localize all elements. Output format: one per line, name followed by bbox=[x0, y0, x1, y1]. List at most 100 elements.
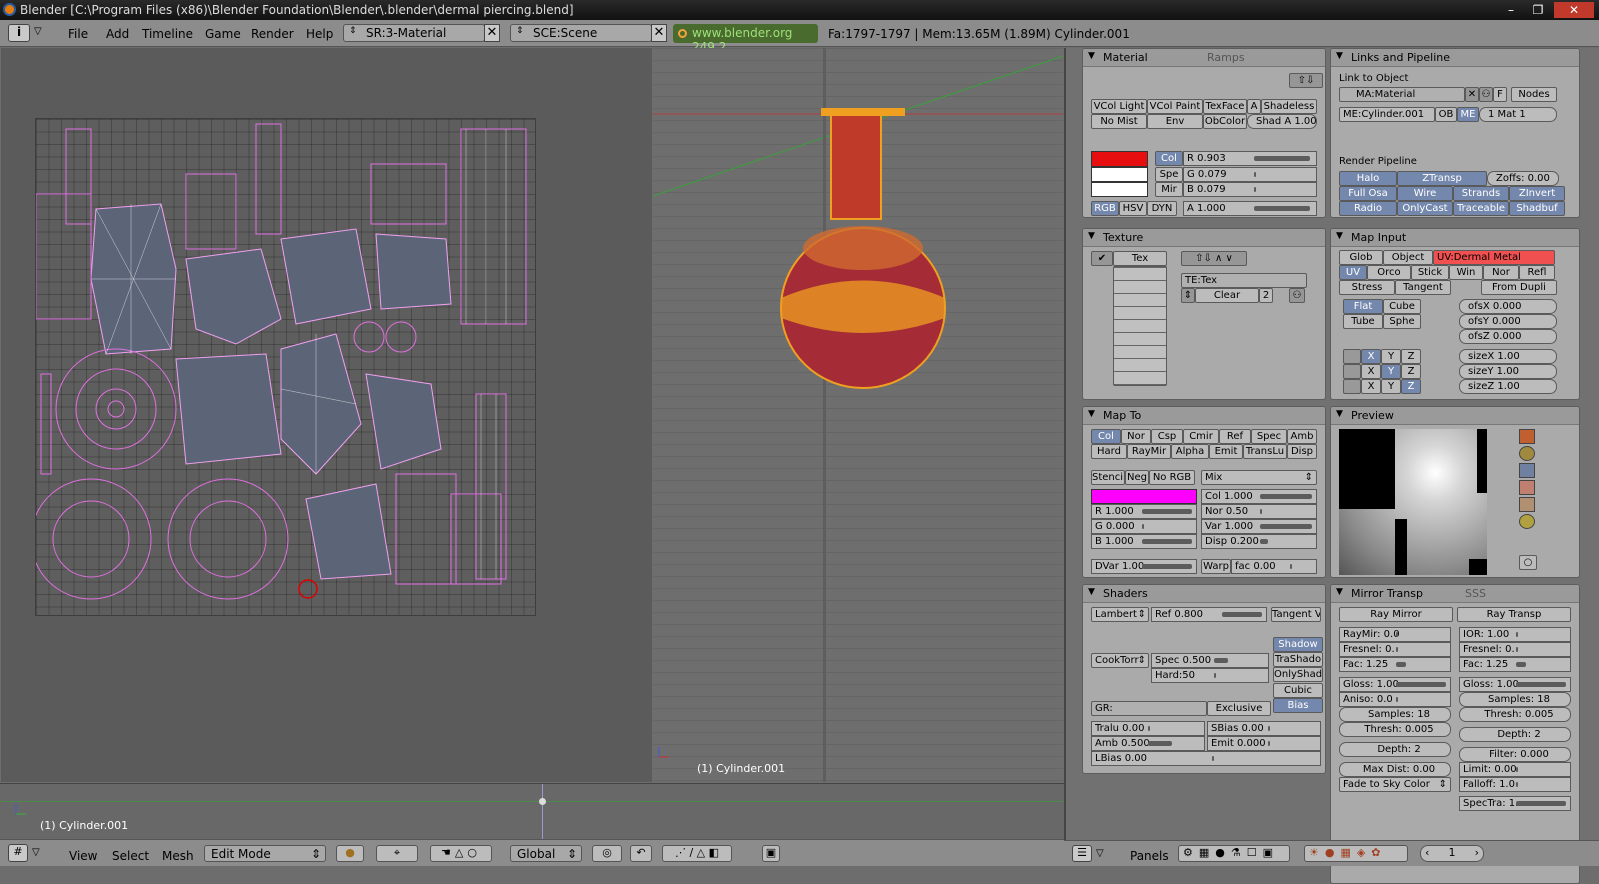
map-y2-button[interactable]: Y bbox=[1381, 364, 1401, 379]
ofs-z-field[interactable]: ofsZ 0.000 bbox=[1459, 329, 1557, 344]
ray-transp-button[interactable]: Ray Transp bbox=[1457, 607, 1571, 622]
no-mist-button[interactable]: No Mist bbox=[1091, 114, 1147, 129]
orco-button[interactable]: Orco bbox=[1367, 265, 1411, 280]
preview-sky-icon[interactable] bbox=[1519, 514, 1535, 529]
group-name-field[interactable]: GR: bbox=[1091, 701, 1207, 716]
raymir-slider[interactable]: RayMir: 0.0 bbox=[1339, 627, 1451, 642]
me-link-button[interactable]: ME bbox=[1457, 107, 1479, 122]
menu-view[interactable]: View bbox=[69, 849, 97, 863]
bias-button[interactable]: Bias bbox=[1273, 698, 1323, 713]
mirror-samples-field[interactable]: Samples: 18 bbox=[1339, 707, 1451, 722]
texture-users-count[interactable]: 2 bbox=[1259, 288, 1273, 303]
mir-toggle[interactable]: Mir bbox=[1155, 182, 1183, 197]
collapse-menu-icon[interactable]: ▽ bbox=[32, 847, 40, 858]
full-osa-button[interactable]: Full Osa bbox=[1339, 186, 1397, 201]
menu-mesh[interactable]: Mesh bbox=[162, 849, 194, 863]
select-mode-icon[interactable]: ⋰ ∕ △ ◧ bbox=[662, 845, 732, 862]
uv-layer-field[interactable]: UV:Dermal Metal bbox=[1433, 250, 1555, 265]
obcolor-button[interactable]: ObColor bbox=[1203, 114, 1247, 129]
hard-slider[interactable]: Hard:50 bbox=[1151, 668, 1269, 683]
texture-name-field[interactable]: TE:Tex bbox=[1181, 273, 1307, 288]
mapto-r-slider[interactable]: R 1.000 bbox=[1091, 504, 1197, 519]
nodes-button[interactable]: Nodes bbox=[1511, 87, 1557, 102]
shadbuf-button[interactable]: Shadbuf bbox=[1509, 201, 1565, 216]
preview-hair-icon[interactable] bbox=[1519, 497, 1535, 512]
traceable-button[interactable]: Traceable bbox=[1453, 201, 1509, 216]
copy-paste-icon[interactable]: ⇧⇩ bbox=[1289, 73, 1323, 88]
max-dist-field[interactable]: Max Dist: 0.00 bbox=[1339, 762, 1451, 777]
material-panel-header[interactable]: Material Ramps bbox=[1083, 49, 1325, 67]
uv-button[interactable]: UV bbox=[1339, 265, 1367, 280]
panels-menu[interactable]: Panels bbox=[1130, 849, 1169, 863]
rgb-mode-button[interactable]: RGB bbox=[1091, 201, 1119, 216]
mirror-gloss-slider[interactable]: Gloss: 1.00 bbox=[1339, 677, 1451, 692]
limit-slider[interactable]: Limit: 0.00 bbox=[1459, 762, 1571, 777]
hsv-mode-button[interactable]: HSV bbox=[1119, 201, 1147, 216]
win-button[interactable]: Win bbox=[1449, 265, 1483, 280]
mapto-csp-button[interactable]: Csp bbox=[1151, 429, 1183, 444]
trashadow-button[interactable]: TraShado bbox=[1273, 652, 1323, 667]
exclusive-button[interactable]: Exclusive bbox=[1207, 701, 1271, 716]
mapto-b-slider[interactable]: B 1.000 bbox=[1091, 534, 1197, 549]
restore-icon[interactable]: ❐ bbox=[1527, 2, 1549, 18]
texture-panel-header[interactable]: Texture bbox=[1083, 229, 1325, 247]
mapto-emit-button[interactable]: Emit bbox=[1209, 444, 1243, 459]
blend-mode-selector[interactable]: Mix ⇕ bbox=[1201, 470, 1317, 485]
ztransp-button[interactable]: ZTransp bbox=[1397, 171, 1487, 186]
transp-gloss-slider[interactable]: Gloss: 1.00 bbox=[1459, 677, 1571, 692]
ior-slider[interactable]: IOR: 1.00 bbox=[1459, 627, 1571, 642]
warp-fac-slider[interactable]: fac 0.00 bbox=[1231, 559, 1317, 574]
tralu-slider[interactable]: Tralu 0.00 bbox=[1091, 721, 1205, 736]
stencil-button[interactable]: Stencil bbox=[1091, 470, 1125, 485]
map-z2-button[interactable]: Z bbox=[1401, 364, 1421, 379]
size-z-field[interactable]: sizeZ 1.00 bbox=[1459, 379, 1557, 394]
map-z1-button[interactable]: Z bbox=[1401, 349, 1421, 364]
tab-mirror-transp[interactable]: Mirror Transp bbox=[1351, 587, 1423, 600]
cubic-button[interactable]: Cubic bbox=[1273, 683, 1323, 698]
strands-button[interactable]: Strands bbox=[1453, 186, 1509, 201]
tab-sss[interactable]: SSS bbox=[1465, 587, 1486, 600]
clear-texture-button[interactable]: Clear bbox=[1195, 288, 1259, 303]
alpha-slider[interactable]: A 1.000 bbox=[1183, 201, 1317, 216]
wire-button[interactable]: Wire bbox=[1397, 186, 1453, 201]
mapto-alpha-button[interactable]: Alpha bbox=[1171, 444, 1209, 459]
vcol-paint-button[interactable]: VCol Paint bbox=[1147, 99, 1203, 114]
minimize-icon[interactable]: – bbox=[1500, 2, 1522, 18]
g-slider[interactable]: G 0.079 bbox=[1183, 167, 1317, 182]
mat-index-field[interactable]: 1 Mat 1 bbox=[1479, 107, 1557, 122]
shadow-button[interactable]: Shadow bbox=[1273, 637, 1323, 652]
halo-button[interactable]: Halo bbox=[1339, 171, 1397, 186]
mapto-disp-button[interactable]: Disp bbox=[1287, 444, 1317, 459]
spec-slider[interactable]: Spec 0.500 bbox=[1151, 653, 1269, 668]
mapto-g-slider[interactable]: G 0.000 bbox=[1091, 519, 1197, 534]
mapto-spec-button[interactable]: Spec bbox=[1251, 429, 1287, 444]
screen-selector[interactable]: ⇕ SR:3-Material bbox=[343, 24, 485, 42]
unlink-material-icon[interactable]: ✕ bbox=[1465, 87, 1479, 102]
map-x2-button[interactable]: X bbox=[1361, 364, 1381, 379]
spe-toggle[interactable]: Spe bbox=[1155, 167, 1183, 182]
map-to-header[interactable]: Map To bbox=[1083, 407, 1325, 425]
tab-material[interactable]: Material bbox=[1103, 51, 1148, 64]
sbias-slider[interactable]: SBias 0.00 bbox=[1207, 721, 1321, 736]
vcol-light-button[interactable]: VCol Light bbox=[1091, 99, 1147, 114]
spectra-slider[interactable]: SpecTra: 1. bbox=[1459, 796, 1571, 811]
mapto-amb-button[interactable]: Amb bbox=[1287, 429, 1317, 444]
uv-layout-canvas[interactable] bbox=[35, 118, 536, 616]
subcontext-icons[interactable]: ☀●▦◈✿ bbox=[1304, 845, 1408, 862]
scene-selector[interactable]: ⇕ SCE:Scene bbox=[510, 24, 652, 42]
preview-monkey-icon[interactable] bbox=[1519, 480, 1535, 495]
undo-icon[interactable]: ↶ bbox=[630, 845, 652, 862]
zinvert-button[interactable]: ZInvert bbox=[1509, 186, 1565, 201]
ofs-y-field[interactable]: ofsY 0.000 bbox=[1459, 314, 1557, 329]
3d-viewport[interactable] bbox=[653, 48, 1063, 782]
ref-slider[interactable]: Ref 0.800 bbox=[1151, 607, 1267, 622]
current-frame-marker[interactable] bbox=[539, 798, 546, 805]
pivot-icon[interactable]: ⌖ bbox=[376, 845, 418, 862]
buttons-window-type-icon[interactable]: ☰ bbox=[1072, 845, 1092, 862]
dvar-slider[interactable]: DVar 1.00 bbox=[1091, 559, 1197, 574]
specular-shader-selector[interactable]: CookTorr ⇕ bbox=[1091, 653, 1149, 668]
env-button[interactable]: Env bbox=[1147, 114, 1203, 129]
spe-swatch[interactable] bbox=[1091, 167, 1148, 182]
map-x3-button[interactable]: X bbox=[1361, 379, 1381, 394]
mirror-thresh-field[interactable]: Thresh: 0.005 bbox=[1339, 722, 1451, 737]
